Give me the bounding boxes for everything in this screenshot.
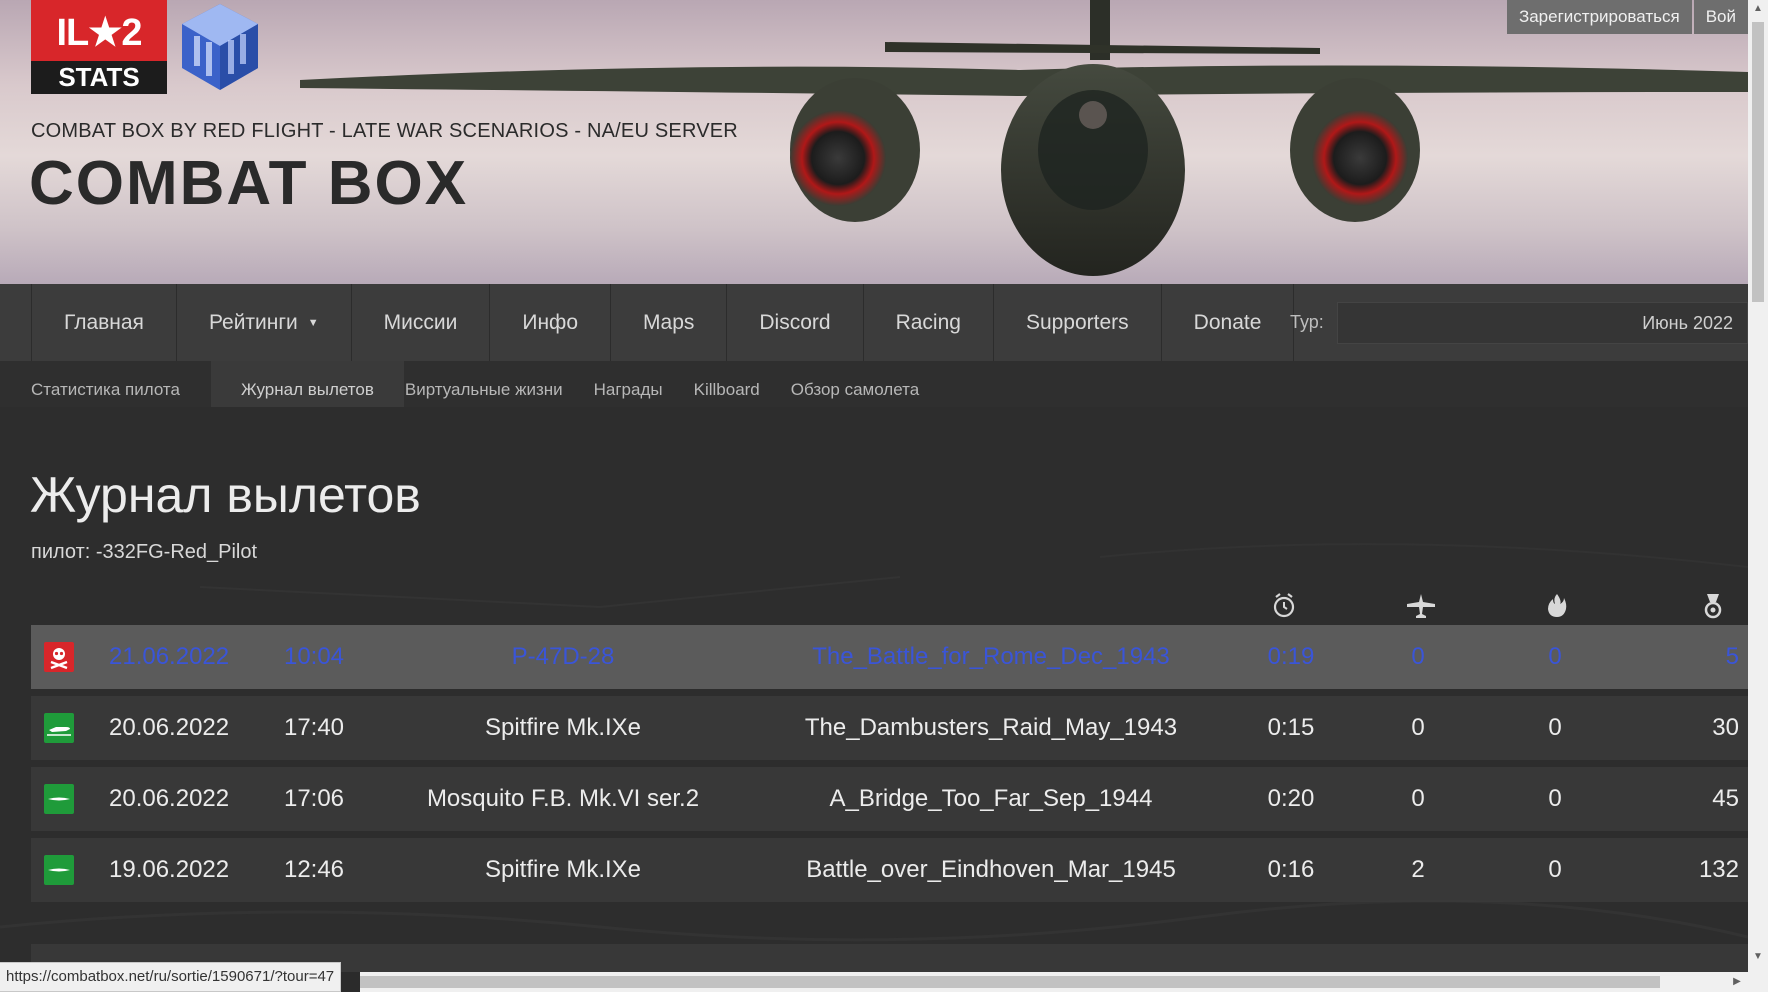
horizontal-scrollbar[interactable]: ▶ (360, 972, 1748, 992)
sortie-mission: A_Bridge_Too_Far_Sep_1944 (829, 785, 1153, 812)
logo-top-text: IL★2 (56, 12, 143, 54)
nav-item-supporters[interactable]: Supporters (994, 284, 1162, 361)
tab-virtual-lives[interactable]: Виртуальные жизни (405, 361, 593, 407)
tour-label: Тур: (1290, 312, 1324, 332)
sortie-date: 20.06.2022 (109, 714, 230, 741)
skull-icon (44, 642, 74, 672)
sortie-mission: Battle_over_Eindhoven_Mar_1945 (806, 856, 1176, 883)
logo-bottom-text: STATS (31, 61, 167, 94)
table-row[interactable]: 21.06.2022 10:04 P-47D-28 The_Battle_for… (31, 625, 1748, 689)
nav-item-ratings-label: Рейтинги (208, 311, 298, 334)
nav-item-maps[interactable]: Maps (611, 284, 728, 361)
tab-sorties-log[interactable]: Журнал вылетов (210, 361, 404, 407)
sortie-date: 21.06.2022 (109, 643, 230, 670)
nav-item-missions[interactable]: Миссии (352, 284, 491, 361)
sortie-score: 5 (1725, 643, 1739, 670)
tab-aircraft-overview[interactable]: Обзор самолета (791, 361, 949, 407)
sortie-time: 17:06 (283, 785, 345, 812)
scroll-down-icon[interactable]: ▼ (1748, 948, 1768, 966)
caret-down-icon: ▼ (307, 317, 319, 329)
sortie-duration: 0:19 (1267, 643, 1315, 670)
sortie-time: 12:46 (283, 856, 345, 883)
il2-stats-logo[interactable]: IL★2 STATS (31, 0, 167, 94)
pilot-name: пилот: -332FG-Red_Pilot (31, 541, 258, 563)
sortie-air-kills: 0 (1411, 785, 1425, 812)
register-button[interactable]: Зарегистрироваться (1506, 0, 1692, 34)
sortie-duration: 0:15 (1267, 714, 1315, 741)
sortie-aircraft: P-47D-28 (511, 643, 615, 670)
clock-icon[interactable] (1272, 592, 1296, 618)
nav-item-ratings[interactable]: Рейтинги ▼ (177, 284, 352, 361)
table-row[interactable]: 20.06.2022 17:06 Mosquito F.B. Mk.VI ser… (31, 767, 1748, 831)
sortie-mission: The_Battle_for_Rome_Dec_1943 (812, 643, 1170, 670)
sortie-air-kills: 0 (1411, 643, 1425, 670)
horizontal-scroll-thumb[interactable] (360, 976, 1660, 988)
landed-icon (44, 855, 74, 885)
login-button[interactable]: Вой (1693, 0, 1748, 34)
sortie-aircraft: Spitfire Mk.IXe (484, 856, 642, 883)
tab-killboard[interactable]: Killboard (694, 361, 790, 407)
sortie-ground-kills: 0 (1548, 714, 1562, 741)
combat-box-cube-logo[interactable] (180, 2, 260, 92)
tour-select[interactable]: Июнь 2022 (1337, 302, 1748, 344)
table-row[interactable]: 19.06.2022 12:46 Spitfire Mk.IXe Battle_… (31, 838, 1748, 902)
sortie-mission: The_Dambusters_Raid_May_1943 (804, 714, 1178, 741)
vertical-scrollbar[interactable]: ▲ ▼ (1748, 0, 1768, 992)
sortie-score: 30 (1712, 714, 1739, 741)
sortie-time: 10:04 (283, 643, 345, 670)
server-subtitle: COMBAT BOX BY RED FLIGHT - LATE WAR SCEN… (31, 120, 738, 142)
sortie-score: 45 (1712, 785, 1739, 812)
main-nav: Главная Рейтинги ▼ Миссии Инфо Maps Disco… (0, 284, 1748, 361)
sortie-date: 19.06.2022 (109, 856, 230, 883)
sortie-aircraft: Mosquito F.B. Mk.VI ser.2 (426, 785, 700, 812)
sortie-duration: 0:20 (1267, 785, 1315, 812)
nav-item-donate[interactable]: Donate (1162, 284, 1295, 361)
sortie-ground-kills: 0 (1548, 856, 1562, 883)
nav-item-discord[interactable]: Discord (727, 284, 864, 361)
tab-awards[interactable]: Награды (594, 361, 693, 407)
site-header: IL★2 STATS COMBAT BOX BY RED FLIGHT - LA… (0, 0, 1748, 284)
server-title[interactable]: COMBAT BOX (29, 148, 468, 219)
nav-item-racing[interactable]: Racing (864, 284, 994, 361)
sortie-ground-kills: 0 (1548, 785, 1562, 812)
page-title: Журнал вылетов (30, 467, 421, 523)
nav-item-home[interactable]: Главная (31, 284, 177, 361)
nav-item-info[interactable]: Инфо (490, 284, 612, 361)
auth-buttons: Зарегистрироваться Вой (1505, 0, 1748, 34)
sortie-score: 132 (1698, 856, 1739, 883)
sortie-aircraft: Spitfire Mk.IXe (484, 714, 642, 741)
sortie-ground-kills: 0 (1548, 643, 1562, 670)
sortie-duration: 0:16 (1267, 856, 1315, 883)
tab-pilot-stats[interactable]: Статистика пилота (31, 361, 210, 407)
sortie-date: 20.06.2022 (109, 785, 230, 812)
plane-icon[interactable] (1406, 592, 1436, 620)
table-row[interactable]: 20.06.2022 17:40 Spitfire Mk.IXe The_Dam… (31, 696, 1748, 760)
medal-icon[interactable] (1704, 592, 1722, 620)
landed-icon (44, 713, 74, 743)
scroll-up-icon[interactable]: ▲ (1748, 0, 1768, 18)
scroll-right-icon[interactable]: ▶ (1728, 972, 1746, 992)
sortie-air-kills: 2 (1411, 856, 1425, 883)
vertical-scroll-thumb[interactable] (1752, 22, 1764, 302)
status-bar-url: https://combatbox.net/ru/sortie/1590671/… (0, 962, 342, 992)
sortie-air-kills: 0 (1411, 714, 1425, 741)
fire-icon[interactable] (1546, 592, 1568, 618)
sortie-time: 17:40 (283, 714, 345, 741)
landed-icon (44, 784, 74, 814)
pilot-sub-nav: Статистика пилота Журнал вылетов Виртуал… (0, 361, 1748, 407)
